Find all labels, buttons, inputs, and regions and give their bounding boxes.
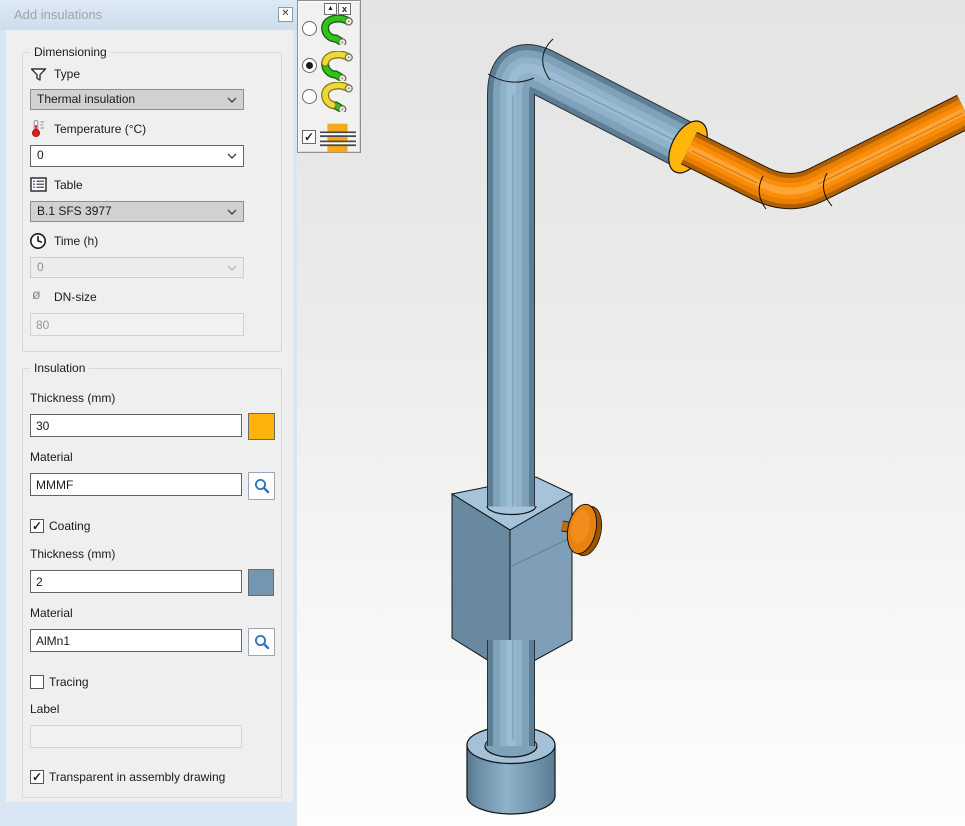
insulation-material-search-button[interactable]	[248, 472, 275, 500]
temperature-select[interactable]: 0	[30, 145, 244, 167]
group-insulation-legend: Insulation	[30, 361, 89, 375]
time-select[interactable]: 0	[30, 257, 244, 278]
coating-thickness-label: Thickness (mm)	[30, 547, 115, 561]
close-icon[interactable]: ✕	[278, 7, 293, 22]
radio-pipe-run-single[interactable]	[302, 89, 317, 104]
temperature-label: Temperature (°C)	[54, 122, 146, 136]
coating-label: Coating	[49, 519, 90, 533]
insulation-symbol-icon	[320, 123, 356, 153]
diameter-icon: ø	[32, 287, 41, 301]
search-icon	[254, 634, 270, 650]
table-select[interactable]: B.1 SFS 3977	[30, 201, 244, 222]
radio-pipe-run-full[interactable]	[302, 21, 317, 36]
group-dimensioning-legend: Dimensioning	[30, 45, 111, 59]
dialog-body: Dimensioning Type Thermal insulation Tem…	[6, 30, 293, 802]
temperature-select-value: 0	[37, 148, 44, 162]
dialog-title: Add insulations	[0, 0, 297, 30]
pipe-run-partial-icon	[320, 51, 356, 81]
chevron-down-icon	[227, 153, 237, 159]
tracing-checkbox[interactable]	[30, 675, 44, 689]
insulation-thickness-label: Thickness (mm)	[30, 391, 115, 405]
insulation-color-swatch[interactable]	[248, 413, 275, 440]
toolbar-collapse-icon[interactable]: ▲	[324, 3, 337, 15]
transparent-checkbox[interactable]	[30, 770, 44, 784]
label-field[interactable]	[30, 725, 242, 748]
coating-material-field[interactable]	[30, 629, 242, 652]
transparent-label: Transparent in assembly drawing	[49, 770, 225, 784]
table-label: Table	[54, 178, 83, 192]
clock-icon	[29, 232, 47, 250]
coating-material-search-button[interactable]	[248, 628, 275, 656]
search-icon	[254, 478, 270, 494]
insulation-material-label: Material	[30, 450, 73, 464]
coating-thickness-field[interactable]	[30, 570, 242, 593]
label-label: Label	[30, 702, 59, 716]
radio-pipe-run-partial[interactable]	[302, 58, 317, 73]
filter-icon	[30, 66, 47, 82]
chevron-down-icon	[227, 265, 237, 271]
type-select-value: Thermal insulation	[37, 92, 135, 106]
type-label: Type	[54, 67, 80, 81]
pipe-run-single-icon	[320, 82, 356, 112]
tracing-label: Tracing	[49, 675, 89, 689]
thermometer-icon	[28, 119, 47, 138]
dn-size-label: DN-size	[54, 290, 97, 304]
insulation-scope-toolbar: ▲ x	[297, 0, 361, 153]
toolbar-close-icon[interactable]: x	[338, 3, 351, 15]
insulation-thickness-field[interactable]	[30, 414, 242, 437]
dn-size-field[interactable]	[30, 313, 244, 336]
insulation-material-field[interactable]	[30, 473, 242, 496]
table-icon	[30, 177, 47, 192]
pipe-run-full-icon	[320, 15, 356, 45]
table-select-value: B.1 SFS 3977	[37, 204, 112, 218]
chevron-down-icon	[227, 97, 237, 103]
show-insulation-checkbox[interactable]	[302, 130, 316, 144]
chevron-down-icon	[227, 209, 237, 215]
dialog-add-insulations: Add insulations ✕ Dimensioning Type Ther…	[0, 0, 297, 826]
time-label: Time (h)	[54, 234, 98, 248]
coating-checkbox[interactable]	[30, 519, 44, 533]
type-select[interactable]: Thermal insulation	[30, 89, 244, 110]
3d-viewport[interactable]	[297, 0, 965, 826]
time-select-value: 0	[37, 260, 44, 274]
coating-material-label: Material	[30, 606, 73, 620]
coating-color-swatch[interactable]	[248, 569, 274, 596]
